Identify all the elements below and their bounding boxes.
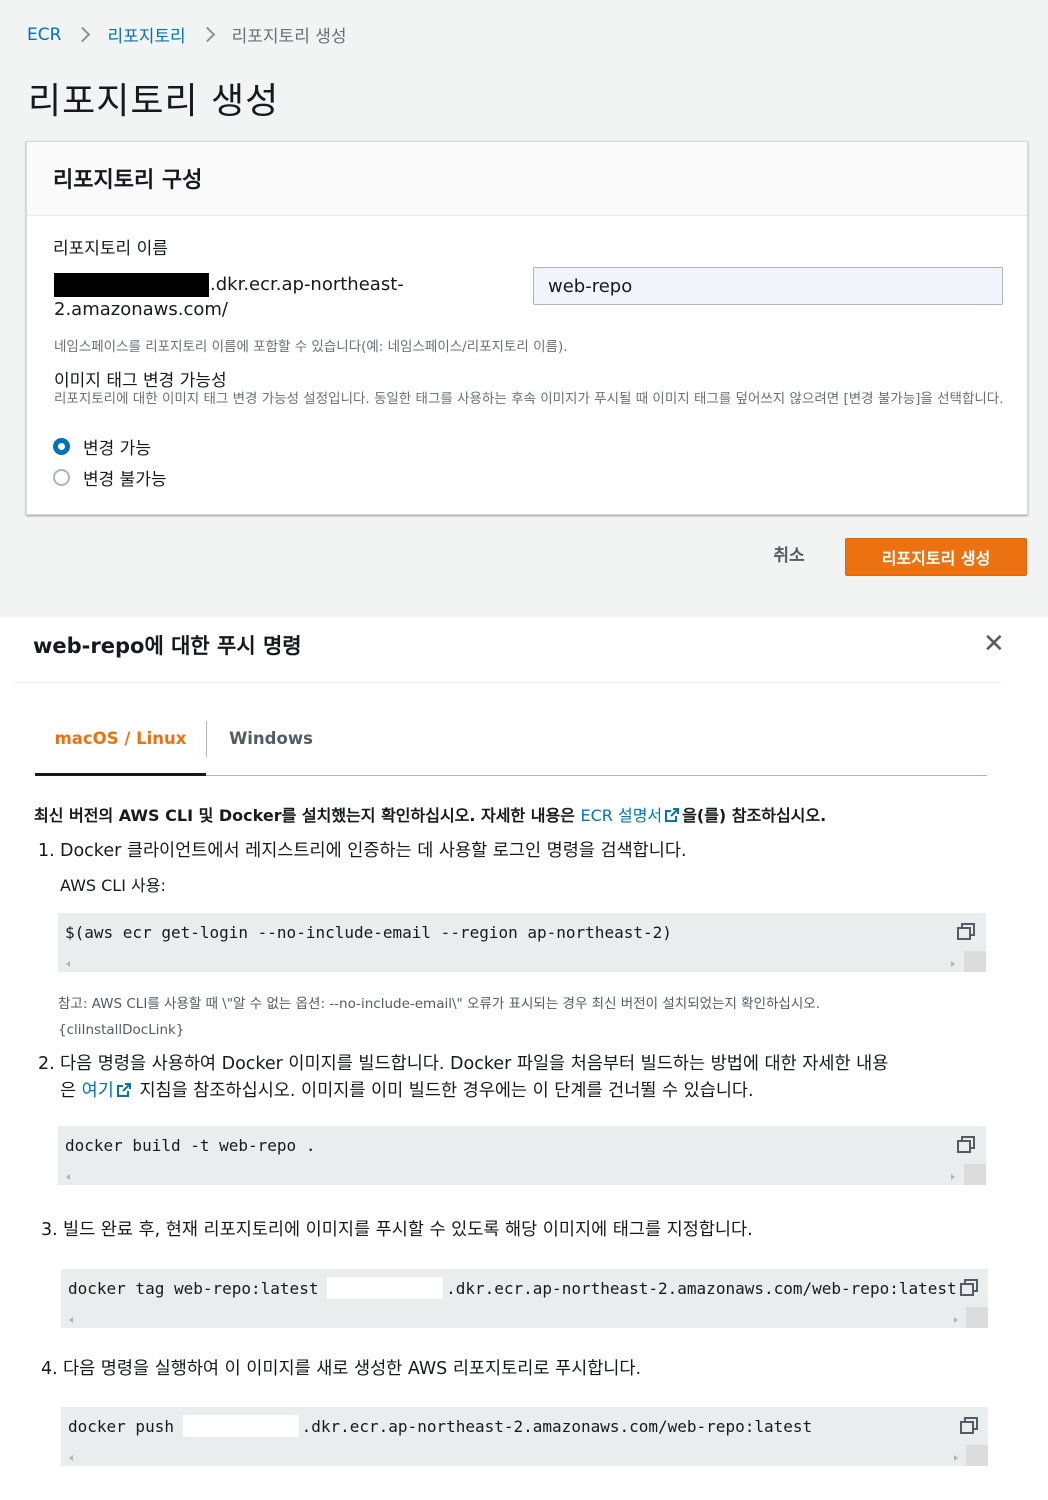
step-2-prefix: 은 (60, 1081, 82, 1101)
redacted-account-id (54, 273, 209, 297)
command-push-prefix: docker push (68, 1417, 184, 1436)
step-4-text: 다음 명령을 실행하여 이 이미지를 새로 생성한 AWS 리포지토리로 푸시합… (63, 1359, 642, 1379)
dockerfile-guide-link[interactable]: 여기 (82, 1081, 114, 1101)
step-1-text: Docker 클라이언트에서 레지스트리에 인증하는 데 사용할 로그인 명령을… (60, 841, 687, 861)
external-link-icon[interactable] (664, 807, 680, 823)
scroll-left-arrow[interactable] (69, 1317, 73, 1323)
code-block-push: docker push .dkr.ecr.ap-northeast-2.amaz… (61, 1407, 988, 1466)
step-2-suffix: 지침을 참조하십시오. 이미지를 이미 빌드한 경우에는 이 단계를 건너뛸 수… (133, 1081, 754, 1101)
scroll-left-arrow[interactable] (66, 961, 70, 967)
radio-mutable[interactable]: 변경 가능 (53, 434, 151, 459)
breadcrumb-ecr[interactable]: ECR (27, 25, 61, 45)
scroll-right-arrow[interactable] (951, 1174, 955, 1180)
radio-immutable-label: 변경 불가능 (83, 470, 167, 490)
namespace-hint: 네임스페이스를 리포지토리 이름에 포함할 수 있습니다(예: 네임스페이스/리… (54, 339, 568, 355)
cli-note-line2: {cliInstallDocLink} (58, 1022, 185, 1038)
radio-unchecked-icon[interactable] (53, 469, 70, 486)
command-tag[interactable]: docker tag web-repo:latest .dkr.ecr.ap-n… (68, 1279, 957, 1298)
cli-note-line1: 참고: AWS CLI를 사용할 때 \"알 수 없는 옵션: --no-inc… (58, 996, 820, 1012)
intro-text-before: 최신 버전의 AWS CLI 및 Docker를 설치했는지 확인하십시오. 자… (34, 806, 581, 825)
breadcrumb-current: 리포지토리 생성 (231, 27, 347, 47)
step-number: 2. (38, 1054, 55, 1074)
radio-checked-icon[interactable] (53, 438, 70, 455)
close-icon[interactable]: ✕ (983, 630, 1005, 658)
scrollbar-corner (966, 1445, 988, 1466)
scrollbar-corner (964, 1164, 986, 1185)
repository-config-panel: 리포지토리 구성 리포지토리 이름 .dkr.ecr.ap-northeast-… (26, 141, 1028, 515)
panel-title: 리포지토리 구성 (27, 142, 1027, 216)
ecr-docs-link[interactable]: ECR 설명서 (581, 806, 663, 825)
scroll-right-arrow[interactable] (951, 961, 955, 967)
create-repository-page: ECR 리포지토리 리포지토리 생성 리포지토리 생성 리포지토리 구성 리포지… (0, 0, 1048, 617)
step-number: 1. (38, 841, 55, 861)
step-4: 4. 다음 명령을 실행하여 이 이미지를 새로 생성한 AWS 리포지토리로 푸… (41, 1356, 641, 1383)
chevron-right-icon (75, 26, 91, 43)
modal-divider (14, 682, 1001, 683)
command-tag-prefix: docker tag web-repo:latest (68, 1279, 329, 1298)
scroll-right-arrow[interactable] (954, 1455, 958, 1461)
modal-title: web-repo에 대한 푸시 명령 (33, 634, 302, 658)
step-number: 4. (41, 1359, 58, 1379)
create-repository-button[interactable]: 리포지토리 생성 (845, 538, 1027, 576)
tab-macos-linux[interactable]: macOS / Linux (35, 718, 206, 776)
step-3: 3. 빌드 완료 후, 현재 리포지토리에 이미지를 푸시할 수 있도록 해당 이… (41, 1217, 753, 1244)
radio-mutable-label: 변경 가능 (83, 439, 151, 459)
tag-mutability-description: 리포지토리에 대한 이미지 태그 변경 가능성 설정입니다. 동일한 태그를 사… (54, 391, 1004, 407)
command-push[interactable]: docker push .dkr.ecr.ap-northeast-2.amaz… (68, 1417, 812, 1436)
command-build[interactable]: docker build -t web-repo . (65, 1136, 315, 1155)
scroll-left-arrow[interactable] (66, 1174, 70, 1180)
repo-name-input[interactable] (533, 267, 1003, 305)
command-tag-suffix: .dkr.ecr.ap-northeast-2.amazonaws.com/we… (446, 1279, 957, 1298)
scroll-left-arrow[interactable] (69, 1455, 73, 1461)
redacted-account-id (183, 1415, 299, 1437)
step-1: 1. Docker 클라이언트에서 레지스트리에 인증하는 데 사용할 로그인 명… (38, 838, 687, 865)
scroll-right-arrow[interactable] (954, 1317, 958, 1323)
aws-cli-label: AWS CLI 사용: (60, 876, 166, 895)
os-tabs: macOS / Linux Windows (35, 718, 987, 776)
repo-name-label: 리포지토리 이름 (53, 239, 168, 259)
radio-immutable[interactable]: 변경 불가능 (53, 465, 167, 490)
code-block-tag: docker tag web-repo:latest .dkr.ecr.ap-n… (61, 1269, 988, 1328)
code-block-login: $(aws ecr get-login --no-include-email -… (58, 913, 986, 972)
copy-icon[interactable] (959, 1416, 981, 1436)
command-push-suffix: .dkr.ecr.ap-northeast-2.amazonaws.com/we… (301, 1417, 813, 1436)
cancel-button[interactable]: 취소 (757, 540, 821, 572)
repo-uri-prefix-line1: .dkr.ecr.ap-northeast- (210, 274, 404, 295)
breadcrumb-repositories[interactable]: 리포지토리 (107, 22, 185, 47)
command-login[interactable]: $(aws ecr get-login --no-include-email -… (65, 923, 672, 942)
chevron-right-icon (199, 26, 215, 43)
cli-note: 참고: AWS CLI를 사용할 때 \"알 수 없는 옵션: --no-inc… (58, 991, 948, 1043)
tab-windows[interactable]: Windows (207, 718, 335, 776)
scrollbar-corner (966, 1307, 988, 1328)
step-number: 3. (41, 1220, 58, 1240)
repo-uri-prefix-line2: 2.amazonaws.com/ (54, 299, 228, 320)
scrollbar-corner (964, 951, 986, 972)
copy-icon[interactable] (956, 922, 978, 942)
step-2: 2. 다음 명령을 사용하여 Docker 이미지를 빌드합니다. Docker … (38, 1051, 983, 1105)
redacted-account-id (327, 1277, 443, 1299)
page-title: 리포지토리 생성 (28, 81, 280, 122)
intro-text-after: 을(를) 참조하십시오. (682, 806, 827, 825)
breadcrumb: ECR 리포지토리 리포지토리 생성 (27, 22, 347, 48)
step-2-text-line1: 다음 명령을 사용하여 Docker 이미지를 빌드합니다. Docker 파일… (60, 1054, 889, 1074)
tag-mutability-label: 이미지 태그 변경 가능성 (54, 371, 227, 391)
step-3-text: 빌드 완료 후, 현재 리포지토리에 이미지를 푸시할 수 있도록 해당 이미지… (63, 1220, 753, 1240)
copy-icon[interactable] (956, 1135, 978, 1155)
external-link-icon[interactable] (116, 1082, 132, 1098)
intro-text: 최신 버전의 AWS CLI 및 Docker를 설치했는지 확인하십시오. 자… (34, 802, 826, 826)
copy-icon[interactable] (959, 1278, 981, 1298)
code-block-build: docker build -t web-repo . (58, 1126, 986, 1185)
